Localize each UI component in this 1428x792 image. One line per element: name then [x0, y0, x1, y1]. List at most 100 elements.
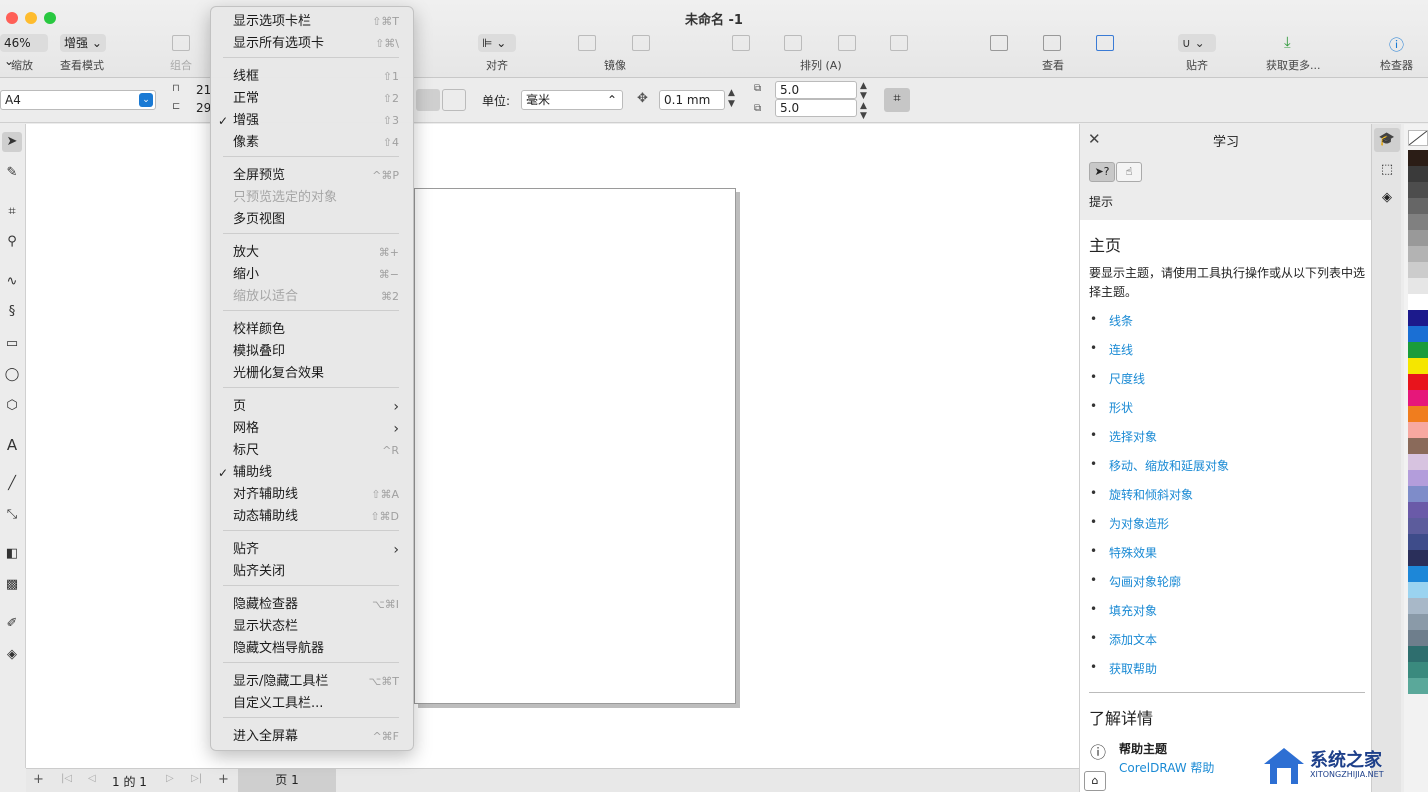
topic-link[interactable]: 线条 — [1109, 312, 1133, 329]
color-swatch[interactable] — [1408, 486, 1428, 502]
menu-item-show-all-tabs[interactable]: 显示所有选项卡 ⇧⌘\ — [211, 33, 413, 55]
menu-item-simulate-overprint[interactable]: 模拟叠印 — [211, 341, 413, 363]
topic-link[interactable]: 旋转和倾斜对象 — [1109, 486, 1193, 503]
color-swatch[interactable] — [1408, 182, 1428, 198]
add-page-after-icon[interactable]: + — [218, 772, 229, 787]
color-swatch[interactable] — [1408, 310, 1428, 326]
document-page[interactable] — [414, 188, 736, 704]
color-swatch[interactable] — [1408, 614, 1428, 630]
get-more-icon[interactable]: ⤓ — [1284, 33, 1291, 51]
color-swatch[interactable] — [1408, 230, 1428, 246]
color-swatch[interactable] — [1408, 150, 1428, 166]
duplicate-y-input[interactable]: 5.0 — [775, 99, 857, 117]
menu-item-zoom-out[interactable]: 缩小 ⌘− — [211, 264, 413, 286]
home-button-icon[interactable]: ⌂ — [1084, 771, 1106, 791]
view-mode-dropdown[interactable]: 增强 ⌄ — [60, 34, 106, 52]
menu-item-zoom-to-fit[interactable]: 缩放以适合 ⌘2 — [211, 286, 413, 308]
color-swatch[interactable] — [1408, 374, 1428, 390]
properties-tab-icon[interactable]: ⬚ — [1374, 158, 1400, 182]
menu-item-enhanced[interactable]: ✓ 增强 ⇧3 — [211, 110, 413, 132]
snap-dropdown[interactable]: ∪ ⌄ — [1178, 34, 1216, 52]
prev-page-icon[interactable]: ◁ — [88, 773, 96, 784]
menu-item-dynamic-guides[interactable]: 动态辅助线 ⇧⌘D — [211, 506, 413, 528]
rulers-icon[interactable] — [990, 35, 1008, 51]
mirror-v-icon[interactable] — [632, 35, 650, 51]
menu-item-show-status-bar[interactable]: 显示状态栏 — [211, 616, 413, 638]
connector-tool-icon[interactable]: ⤡ — [2, 505, 22, 525]
duplicate-x-input[interactable]: 5.0 — [775, 81, 857, 99]
nudge-input[interactable]: 0.1 mm — [659, 90, 725, 110]
color-swatch[interactable] — [1408, 358, 1428, 374]
topic-link[interactable]: 连线 — [1109, 341, 1133, 358]
zoom-tool-icon[interactable]: ⚲ — [2, 232, 22, 252]
fill-tool-icon[interactable]: ◈ — [2, 645, 22, 665]
color-swatch[interactable] — [1408, 550, 1428, 566]
menu-item-hide-inspector[interactable]: 隐藏检查器 ⌥⌘I — [211, 594, 413, 616]
color-swatch[interactable] — [1408, 678, 1428, 694]
menu-item-snap-off[interactable]: 贴齐关闭 — [211, 561, 413, 583]
color-swatch[interactable] — [1408, 342, 1428, 358]
arrange-front-icon[interactable] — [732, 35, 750, 51]
text-tool-icon[interactable]: A — [2, 435, 22, 455]
hints-tab-icon[interactable]: ➤? — [1089, 162, 1115, 182]
menu-item-alignment-guides[interactable]: 对齐辅助线 ⇧⌘A — [211, 484, 413, 506]
page-tab[interactable]: 页 1 — [238, 769, 336, 792]
mirror-h-icon[interactable] — [578, 35, 596, 51]
topic-link[interactable]: 填充对象 — [1109, 602, 1157, 619]
arrange-back-icon[interactable] — [784, 35, 802, 51]
nudge-stepper[interactable]: ▲ ▼ — [728, 88, 735, 110]
all-pages-button[interactable] — [416, 89, 440, 111]
color-swatch[interactable] — [1408, 630, 1428, 646]
color-swatch[interactable] — [1408, 246, 1428, 262]
first-page-icon[interactable]: |◁ — [61, 773, 72, 784]
color-swatch[interactable] — [1408, 262, 1428, 278]
topic-link[interactable]: 选择对象 — [1109, 428, 1157, 445]
learn-tab-icon[interactable]: 🎓 — [1374, 128, 1400, 152]
color-swatch[interactable] — [1408, 326, 1428, 342]
ellipse-tool-icon[interactable]: ◯ — [2, 365, 22, 385]
group-icon[interactable] — [172, 35, 190, 51]
menu-item-normal[interactable]: 正常 ⇧2 — [211, 88, 413, 110]
topic-link[interactable]: 移动、缩放和延展对象 — [1109, 457, 1229, 474]
menu-item-customize-toolbars[interactable]: 自定义工具栏... — [211, 693, 413, 715]
crop-tool-icon[interactable]: ⌗ — [2, 202, 22, 222]
menu-item-wireframe[interactable]: 线框 ⇧1 — [211, 66, 413, 88]
layers-tab-icon[interactable]: ◈ — [1374, 186, 1400, 210]
color-swatch[interactable] — [1408, 646, 1428, 662]
color-swatch[interactable] — [1408, 582, 1428, 598]
topic-link[interactable]: 为对象造形 — [1109, 515, 1169, 532]
artistic-media-icon[interactable]: § — [2, 302, 22, 322]
color-swatch[interactable] — [1408, 214, 1428, 230]
color-swatch[interactable] — [1408, 166, 1428, 182]
color-swatch[interactable] — [1408, 502, 1428, 518]
align-dropdown[interactable]: ⊫ ⌄ — [478, 34, 516, 52]
menu-item-hide-document-navigator[interactable]: 隐藏文档导航器 — [211, 638, 413, 660]
freehand-tool-icon[interactable]: ∿ — [2, 272, 22, 292]
last-page-icon[interactable]: ▷| — [191, 773, 202, 784]
color-swatch[interactable] — [1408, 454, 1428, 470]
rectangle-tool-icon[interactable]: ▭ — [2, 334, 22, 354]
help-link[interactable]: CorelDRAW 帮助 — [1119, 759, 1214, 776]
line-tool-icon[interactable]: ╱ — [2, 474, 22, 494]
menu-item-proof-colors[interactable]: 校样颜色 — [211, 319, 413, 341]
menu-item-page[interactable]: 页 › — [211, 396, 413, 418]
guidelines-icon[interactable] — [1096, 35, 1114, 51]
topic-link[interactable]: 获取帮助 — [1109, 660, 1157, 677]
pick-tool-icon[interactable]: ➤ — [2, 132, 22, 152]
color-swatch[interactable] — [1408, 518, 1428, 534]
transparency-icon[interactable]: ▩ — [2, 575, 22, 595]
topic-link[interactable]: 特殊效果 — [1109, 544, 1157, 561]
color-swatch[interactable] — [1408, 294, 1428, 310]
menu-item-snap-to[interactable]: 贴齐 › — [211, 539, 413, 561]
arrange-backward-icon[interactable] — [890, 35, 908, 51]
inspector-icon[interactable]: ⓘ — [1389, 34, 1404, 55]
menu-item-rasterize-composite[interactable]: 光栅化复合效果 — [211, 363, 413, 385]
tutorial-tab-icon[interactable]: ☝ — [1116, 162, 1142, 182]
color-swatch[interactable] — [1408, 534, 1428, 550]
color-swatch[interactable] — [1408, 198, 1428, 214]
menu-item-show-hide-toolbars[interactable]: 显示/隐藏工具栏 ⌥⌘T — [211, 671, 413, 693]
paper-size-select[interactable]: A4 ⌄ — [0, 90, 156, 110]
no-color-swatch[interactable] — [1408, 130, 1428, 146]
current-page-button[interactable] — [442, 89, 466, 111]
page-height-field[interactable]: 29 — [196, 101, 211, 115]
